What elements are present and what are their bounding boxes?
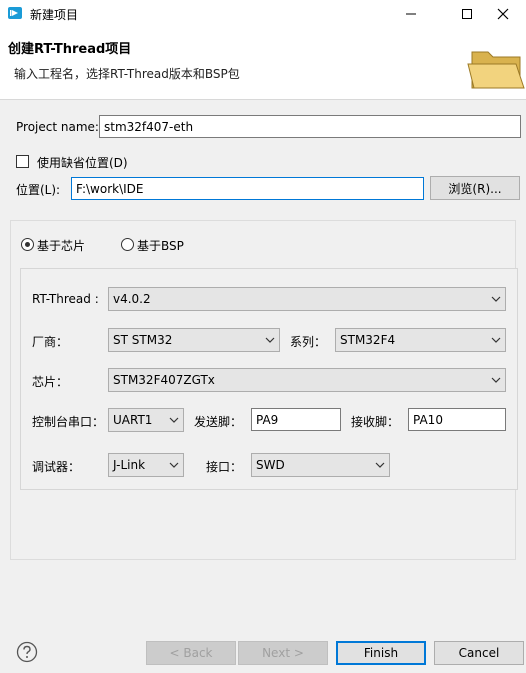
interface-value: SWD: [256, 458, 285, 472]
vendor-value: ST STM32: [113, 333, 173, 347]
close-icon: [497, 8, 509, 20]
cancel-button[interactable]: Cancel: [434, 641, 524, 665]
location-label: 位置(L):: [16, 183, 61, 197]
chevron-down-icon: [375, 462, 385, 468]
series-select[interactable]: STM32F4: [335, 328, 506, 352]
chip-label: 芯片：: [32, 375, 69, 389]
tx-pin-label: 发送脚：: [194, 415, 243, 429]
bsp-based-label: 基于BSP: [137, 239, 184, 253]
wizard-header: 创建RT-Thread项目 输入工程名，选择RT-Thread版本和BSP包: [0, 28, 526, 100]
console-uart-label: 控制台串口：: [32, 415, 105, 429]
debugger-label: 调试器：: [32, 460, 81, 474]
vendor-label: 厂商：: [32, 335, 69, 349]
app-logo-icon: [8, 7, 22, 19]
rtthread-version-select[interactable]: v4.0.2: [108, 287, 506, 311]
project-name-label: Project name:: [16, 120, 99, 134]
debugger-select[interactable]: J-Link: [108, 453, 184, 477]
rtthread-version-label: RT-Thread :: [32, 292, 99, 306]
window-title: 新建项目: [30, 8, 79, 22]
chip-based-radio[interactable]: [21, 238, 34, 251]
minimize-icon: [406, 13, 416, 15]
title-bar: 新建项目: [0, 0, 526, 28]
console-uart-value: UART1: [113, 413, 153, 427]
series-value: STM32F4: [340, 333, 396, 347]
use-default-location-label: 使用缺省位置(D): [37, 156, 128, 170]
chip-select[interactable]: STM32F407ZGTx: [108, 368, 506, 392]
interface-select[interactable]: SWD: [251, 453, 390, 477]
debugger-value: J-Link: [113, 458, 146, 472]
chevron-down-icon: [491, 296, 501, 302]
browse-button[interactable]: 浏览(R)...: [430, 176, 520, 200]
chevron-down-icon: [491, 337, 501, 343]
page-title: 创建RT-Thread项目: [8, 42, 132, 57]
tx-pin-input[interactable]: PA9: [251, 408, 341, 431]
chevron-down-icon: [169, 462, 179, 468]
chevron-down-icon: [491, 377, 501, 383]
rx-pin-input[interactable]: PA10: [408, 408, 506, 431]
help-icon[interactable]: [16, 641, 38, 663]
chevron-down-icon: [169, 417, 179, 423]
close-button[interactable]: [480, 0, 526, 28]
use-default-location-checkbox[interactable]: [16, 155, 29, 168]
project-name-input[interactable]: stm32f407-eth: [99, 115, 521, 138]
chip-value: STM32F407ZGTx: [113, 373, 215, 387]
bsp-based-radio[interactable]: [121, 238, 134, 251]
rtthread-version-value: v4.0.2: [113, 292, 151, 306]
back-button[interactable]: < Back: [146, 641, 236, 665]
console-uart-select[interactable]: UART1: [108, 408, 184, 432]
maximize-icon: [462, 9, 472, 19]
rx-pin-label: 接收脚：: [351, 415, 400, 429]
chip-based-label: 基于芯片: [37, 239, 86, 253]
series-label: 系列：: [290, 335, 327, 349]
vendor-select[interactable]: ST STM32: [108, 328, 280, 352]
interface-label: 接口：: [206, 460, 243, 474]
minimize-button[interactable]: [388, 0, 434, 28]
next-button[interactable]: Next >: [238, 641, 328, 665]
finish-button[interactable]: Finish: [336, 641, 426, 665]
chevron-down-icon: [265, 337, 275, 343]
page-description: 输入工程名，选择RT-Thread版本和BSP包: [14, 67, 240, 81]
location-input[interactable]: F:\work\IDE: [71, 177, 424, 200]
folder-icon: [467, 51, 525, 89]
